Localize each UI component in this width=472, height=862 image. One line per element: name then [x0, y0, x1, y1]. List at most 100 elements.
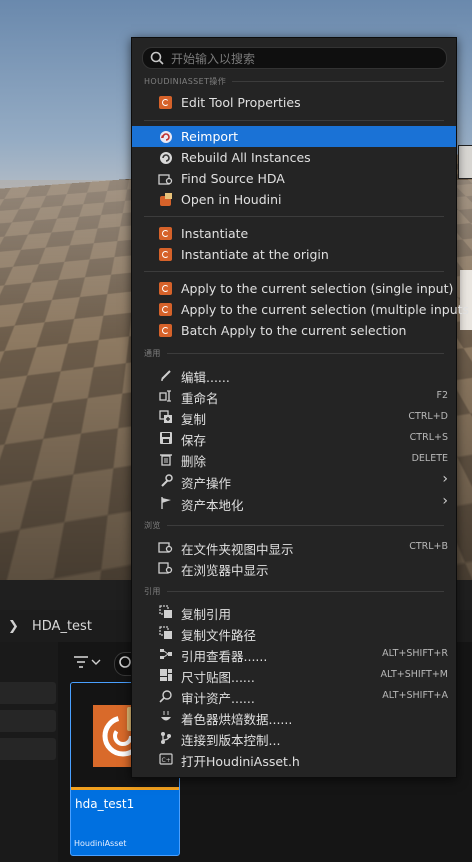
menu-item-label: Apply to the current selection (multiple…: [181, 302, 472, 317]
menu-item-instantiate-at-origin[interactable]: Instantiate at the origin: [132, 244, 456, 265]
section-title: 通用: [144, 349, 161, 358]
menu-item-show-in-folder[interactable]: 在文件夹视图中显示 CTRL+B: [132, 536, 456, 557]
menu-item-label: 连接到版本控制...: [181, 733, 281, 748]
audit-icon: [158, 688, 173, 703]
menu-item-audit-assets[interactable]: 审计资产...... ALT+SHIFT+A: [132, 685, 456, 706]
menu-item-shortcut: F2: [436, 390, 448, 401]
rebuild-icon: [158, 150, 173, 165]
source-row[interactable]: [0, 710, 56, 732]
section-header-browse: 浏览: [144, 520, 444, 531]
menu-item-shortcut: CTRL+B: [409, 541, 448, 552]
menu-item-reference-viewer[interactable]: 引用查看器...... ALT+SHIFT+R: [132, 643, 456, 664]
menu-separator: [144, 120, 444, 121]
source-row[interactable]: [0, 738, 56, 760]
menu-item-delete[interactable]: 删除 DELETE: [132, 448, 456, 469]
menu-item-apply-single-input[interactable]: Apply to the current selection (single i…: [132, 278, 456, 299]
menu-item-duplicate[interactable]: 复制 CTRL+D: [132, 406, 456, 427]
menu-item-shortcut: CTRL+D: [408, 411, 448, 422]
houdini-icon: [158, 323, 173, 338]
section-header-common: 通用: [144, 348, 444, 359]
menu-item-label: 删除: [181, 454, 207, 469]
menu-item-batch-apply[interactable]: Batch Apply to the current selection: [132, 320, 456, 341]
shader-icon: [158, 709, 173, 724]
size-map-icon: [158, 667, 173, 682]
menu-item-label: 着色器烘焙数据......: [181, 712, 293, 727]
copy-reference-icon: [158, 604, 173, 619]
reference-viewer-icon: [158, 646, 173, 661]
menu-item-instantiate[interactable]: Instantiate: [132, 223, 456, 244]
duplicate-icon: [158, 409, 173, 424]
menu-item-size-map[interactable]: 尺寸贴图...... ALT+SHIFT+M: [132, 664, 456, 685]
browser-search-icon: [158, 560, 173, 575]
folder-search-icon: [158, 539, 173, 554]
menu-item-edit-tool-properties[interactable]: Edit Tool Properties: [132, 92, 456, 113]
search-icon: [150, 51, 164, 65]
viewport-object: [460, 270, 472, 330]
source-control-icon: [158, 730, 173, 745]
section-header-houdini: HOUDINIASSET操作: [144, 76, 444, 87]
chevron-right-icon: ›: [442, 493, 448, 509]
menu-item-shortcut: ALT+SHIFT+R: [382, 648, 448, 659]
menu-item-label: Batch Apply to the current selection: [181, 323, 407, 338]
houdini-icon: [158, 302, 173, 317]
houdini-open-icon: [158, 192, 173, 207]
filter-icon: [74, 656, 101, 668]
menu-item-edit[interactable]: 编辑......: [132, 364, 456, 385]
menu-item-label: 资产本地化: [181, 498, 244, 513]
save-icon: [158, 430, 173, 445]
rename-icon: [158, 388, 173, 403]
menu-item-show-in-browser[interactable]: 在浏览器中显示: [132, 557, 456, 578]
menu-item-copy-file-path[interactable]: 复制文件路径: [132, 622, 456, 643]
menu-separator: [144, 271, 444, 272]
filter-button[interactable]: [72, 652, 102, 674]
menu-search-box[interactable]: [142, 47, 447, 69]
menu-item-asset-actions[interactable]: 资产操作 ›: [132, 470, 456, 491]
menu-item-asset-localization[interactable]: 资产本地化 ›: [132, 492, 456, 513]
menu-item-label: 资产操作: [181, 476, 232, 491]
menu-item-save[interactable]: 保存 CTRL+S: [132, 427, 456, 448]
menu-item-find-source-hda[interactable]: Find Source HDA: [132, 168, 456, 189]
menu-item-source-control[interactable]: 连接到版本控制...: [132, 727, 456, 748]
menu-item-label: Rebuild All Instances: [181, 150, 311, 165]
section-title: 引用: [144, 587, 161, 596]
menu-item-label: 引用查看器......: [181, 649, 268, 664]
menu-item-shortcut: ALT+SHIFT+M: [380, 669, 448, 680]
cpp-icon: C+: [158, 751, 173, 766]
chevron-right-icon[interactable]: ❯: [8, 619, 22, 634]
menu-item-label: 在浏览器中显示: [181, 563, 269, 578]
menu-item-label: Instantiate: [181, 226, 249, 241]
menu-search-input[interactable]: [169, 49, 443, 69]
menu-item-label: 保存: [181, 433, 207, 448]
houdini-icon: [158, 281, 173, 296]
breadcrumb-item[interactable]: HDA_test: [32, 619, 92, 634]
menu-item-label: 尺寸贴图......: [181, 670, 255, 685]
menu-item-open-header[interactable]: C+ 打开HoudiniAsset.h: [132, 748, 456, 769]
menu-item-shortcut: CTRL+S: [409, 432, 448, 443]
asset-type-color-strip: [71, 787, 179, 790]
menu-item-reimport[interactable]: Reimport: [132, 126, 456, 147]
menu-item-shader-cook-data[interactable]: 着色器烘焙数据......: [132, 706, 456, 727]
menu-item-rename[interactable]: 重命名 F2: [132, 385, 456, 406]
pencil-icon: [158, 367, 173, 382]
trash-icon: [158, 451, 173, 466]
sources-panel: [0, 642, 58, 862]
menu-item-label: 打开HoudiniAsset.h: [181, 754, 300, 769]
source-row[interactable]: [0, 682, 56, 704]
menu-item-label: 在文件夹视图中显示: [181, 542, 294, 557]
menu-item-shortcut: DELETE: [411, 453, 448, 464]
section-header-reference: 引用: [144, 586, 444, 597]
chevron-right-icon: ›: [442, 471, 448, 487]
menu-item-open-in-houdini[interactable]: Open in Houdini: [132, 189, 456, 210]
reimport-icon: [158, 129, 173, 144]
menu-separator: [144, 216, 444, 217]
folder-search-icon: [158, 171, 173, 186]
section-title: HOUDINIASSET操作: [144, 77, 227, 86]
menu-item-label: 复制引用: [181, 607, 232, 622]
copy-path-icon: [158, 625, 173, 640]
menu-item-rebuild-all-instances[interactable]: Rebuild All Instances: [132, 147, 456, 168]
asset-context-menu: HOUDINIASSET操作 Edit Tool Properties Reim…: [131, 37, 472, 778]
wrench-icon: [158, 473, 173, 488]
menu-item-apply-multiple-inputs[interactable]: Apply to the current selection (multiple…: [132, 299, 472, 320]
menu-item-label: 复制文件路径: [181, 628, 257, 643]
menu-item-copy-reference[interactable]: 复制引用: [132, 601, 456, 622]
